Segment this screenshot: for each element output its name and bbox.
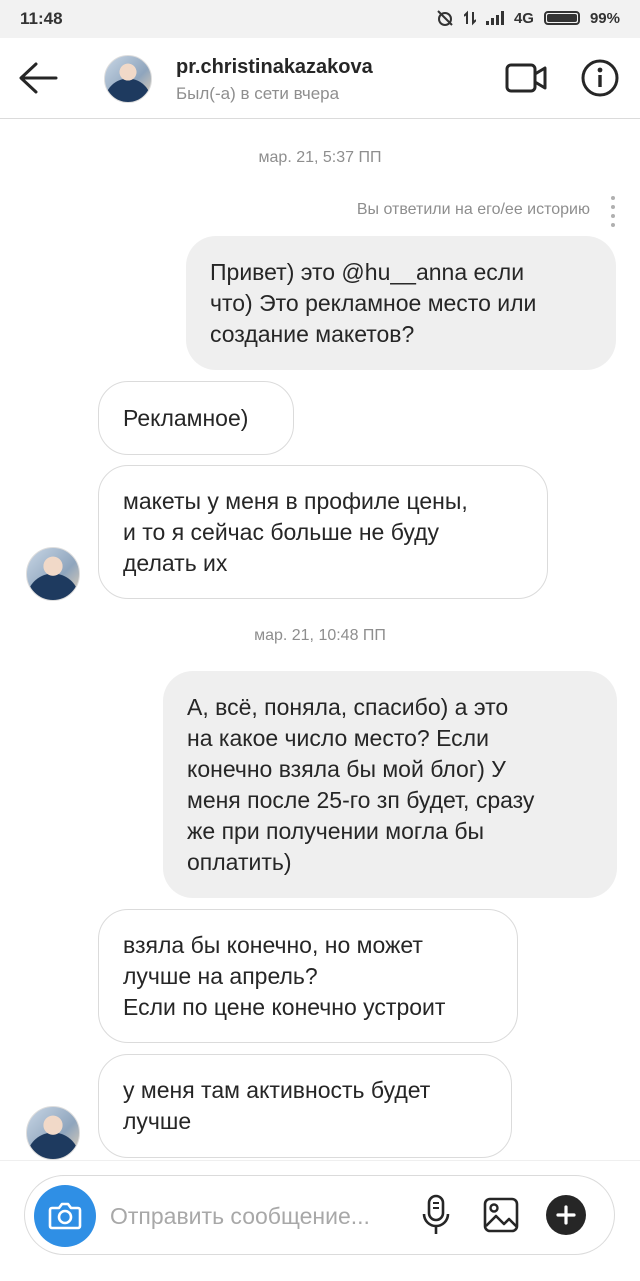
- message-placeholder[interactable]: Отправить сообщение...: [110, 1203, 370, 1230]
- message-text: взяла бы конечно, но может лучше на апре…: [123, 931, 446, 1020]
- message-incoming[interactable]: Рекламное): [98, 381, 294, 455]
- plus-icon: [556, 1205, 576, 1225]
- avatar[interactable]: [104, 55, 152, 103]
- message-outgoing[interactable]: Привет) это @hu__anna если что) Это рекл…: [186, 236, 616, 370]
- chat-header: pr.christinakazakova Был(-а) в сети вчер…: [0, 38, 640, 119]
- camera-icon: [48, 1202, 82, 1230]
- message-text: Привет) это @hu__anna если что) Это рекл…: [210, 258, 537, 347]
- chat-username[interactable]: pr.christinakazakova: [176, 56, 373, 79]
- more-options-icon[interactable]: [610, 196, 616, 227]
- story-reply-note: Вы ответили на его/ее историю: [356, 201, 590, 218]
- network-type: 4G: [513, 9, 534, 27]
- status-icons: 4G 99%: [436, 9, 620, 27]
- gallery-icon[interactable]: [482, 1196, 520, 1234]
- camera-button[interactable]: [34, 1185, 96, 1247]
- message-outgoing[interactable]: А, всё, поняла, спасибо) а это на какое …: [163, 671, 617, 898]
- message-text: у меня там активность будет лучше: [123, 1077, 431, 1134]
- timestamp: мар. 21, 10:48 ПП: [254, 627, 386, 644]
- sender-avatar[interactable]: [26, 1106, 80, 1160]
- sender-avatar[interactable]: [26, 547, 80, 601]
- microphone-icon[interactable]: [420, 1193, 452, 1237]
- status-bar: 11:48 4G 99%: [0, 0, 640, 38]
- status-time: 11:48: [20, 9, 63, 28]
- battery-icon: [543, 11, 580, 25]
- message-text: А, всё, поняла, спасибо) а это на какое …: [187, 693, 535, 875]
- back-arrow-icon[interactable]: [14, 56, 62, 100]
- message-incoming[interactable]: макеты у меня в профиле цены, и то я сей…: [98, 465, 548, 599]
- chat-status: Был(-а) в сети вчера: [176, 84, 340, 103]
- timestamp: мар. 21, 5:37 ПП: [258, 149, 382, 166]
- data-transfer-icon: [463, 10, 476, 26]
- message-incoming[interactable]: взяла бы конечно, но может лучше на апре…: [98, 909, 518, 1043]
- battery-percent: 99%: [589, 9, 620, 27]
- info-icon[interactable]: [580, 58, 620, 98]
- alarm-off-icon: [437, 10, 453, 26]
- plus-button[interactable]: [546, 1195, 586, 1235]
- video-camera-icon[interactable]: [504, 60, 548, 96]
- message-text: Рекламное): [123, 404, 249, 431]
- signal-icon: [485, 11, 504, 25]
- message-incoming[interactable]: у меня там активность будет лучше: [98, 1054, 512, 1158]
- message-text: макеты у меня в профиле цены, и то я сей…: [123, 487, 468, 576]
